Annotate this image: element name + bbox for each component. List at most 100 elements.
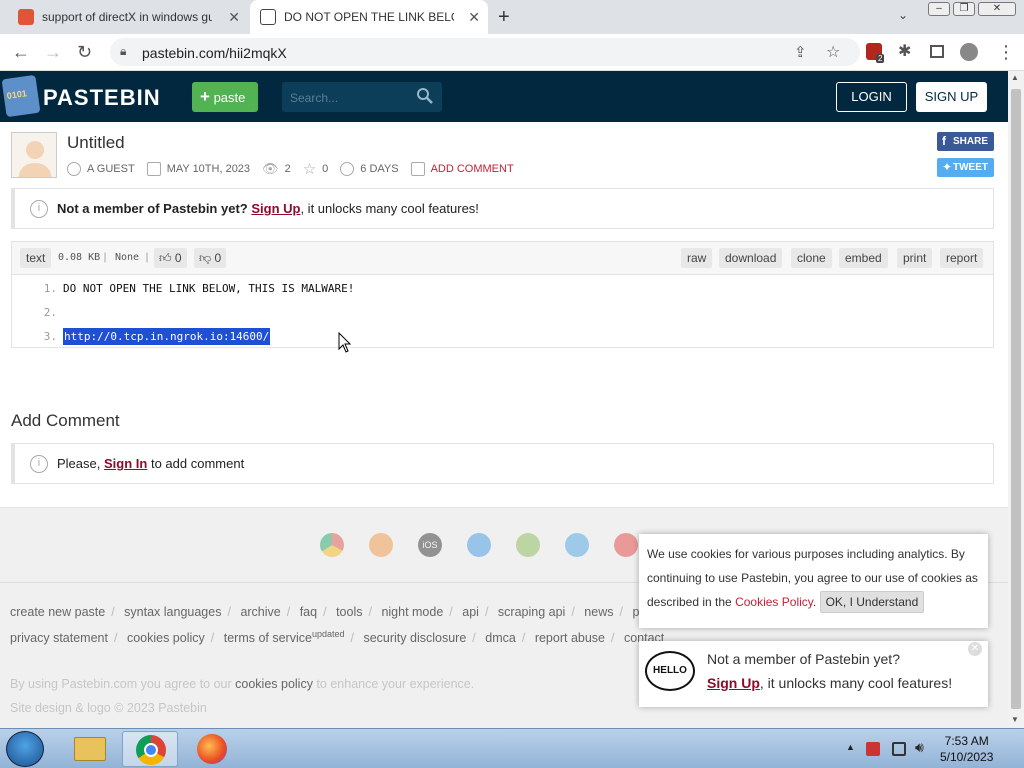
footer-link[interactable]: security disclosure [363,631,466,645]
windows-app-icon[interactable] [467,533,491,557]
syntax-chip[interactable]: text [20,248,52,268]
chrome-taskbar-button[interactable] [122,731,178,767]
footer-link[interactable]: dmca [485,631,516,645]
start-button[interactable] [6,731,44,767]
firefox-extension-icon[interactable] [369,533,393,557]
maximize-button[interactable]: ❐ [953,2,975,16]
macos-app-icon[interactable] [565,533,589,557]
paste-title: Untitled [67,133,125,152]
bookmark-star-icon[interactable]: ☆ [826,42,840,62]
footer-link[interactable]: cookies policy [127,631,205,645]
signin-notice: i Please, Sign In to add comment [11,443,994,484]
opera-extension-icon[interactable] [614,533,638,557]
pastebin-logo-icon[interactable]: 0101 [1,74,41,118]
footer-links-row1: create new paste / syntax languages / arch… [10,605,651,619]
footer-link[interactable]: night mode [381,605,443,619]
clone-button[interactable]: clone [791,248,832,268]
pastebin-header: 0101 PASTEBIN + paste Search... LOGIN SI… [0,71,1008,122]
footer-link[interactable]: scraping api [498,605,565,619]
clock-date: 5/10/2023 [940,750,994,764]
footer-link[interactable]: terms of service [224,631,312,645]
login-button[interactable]: LOGIN [836,82,907,112]
footer-link[interactable]: syntax languages [124,605,221,619]
footer-link[interactable]: tools [336,605,362,619]
like-button[interactable]: 👍︎ 0 [154,248,187,268]
paste-date: MAY 10TH, 2023 [166,163,251,175]
footer-link[interactable]: report abuse [535,631,605,645]
page-scrollbar[interactable]: ▲ ▼ [1008,71,1024,728]
back-icon[interactable]: ← [12,42,30,62]
close-window-button[interactable]: ✕ [978,2,1016,16]
tray-expand-icon[interactable]: ▲ [846,742,855,752]
firefox-taskbar-button[interactable] [184,731,240,767]
footer-link[interactable]: create new paste [10,605,105,619]
search-input[interactable]: Search... [282,82,442,112]
download-button[interactable]: download [719,248,783,268]
embed-button[interactable]: embed [839,248,888,268]
footer-link[interactable]: news [584,605,613,619]
android-app-icon[interactable] [516,533,540,557]
tab-directx[interactable]: support of directX in windows gu ✕ [8,0,248,34]
forward-icon[interactable]: → [44,42,62,62]
puzzle-extensions-icon[interactable]: ✱ [898,42,911,62]
close-popup-icon[interactable]: ✕ [968,642,982,656]
scroll-up-icon[interactable]: ▲ [1011,73,1019,82]
chrome-extension-icon[interactable] [320,533,344,557]
search-icon[interactable] [416,87,434,105]
side-panel-icon[interactable] [930,45,944,58]
minimize-button[interactable]: – [928,2,950,16]
raw-button[interactable]: raw [681,248,713,268]
code-line: 3. http://0.tcp.in.ngrok.io:14600/ [12,325,993,349]
menu-dots-icon[interactable]: ⋮ [997,42,1015,62]
scroll-down-icon[interactable]: ▼ [1011,715,1019,724]
thumbs-down-icon: 👎︎ [199,251,212,265]
author-name[interactable]: A GUEST [87,163,135,175]
footer-link[interactable]: privacy statement [10,631,108,645]
pastebin-logo-text[interactable]: PASTEBIN [43,85,161,111]
volume-icon[interactable]: 🔊︎ [915,739,924,756]
dislike-button[interactable]: 👎︎ 0 [194,248,227,268]
system-clock[interactable]: 7:53 AM 5/10/2023 [940,733,993,765]
selected-url-text[interactable]: http://0.tcp.in.ngrok.io:14600/ [63,328,271,345]
platform-icons: iOS [320,533,663,557]
cookies-policy-link[interactable]: Cookies Policy [735,595,813,609]
footer-cookies-link[interactable]: cookies policy [235,677,313,691]
member-popup-rest: , it unlocks many cool features! [759,675,953,691]
report-button[interactable]: report [940,248,984,268]
cookie-ok-button[interactable]: OK, I Understand [819,591,925,613]
new-paste-button[interactable]: + paste [192,82,258,112]
signin-link[interactable]: Sign In [104,456,147,471]
signup-button[interactable]: SIGN UP [916,82,987,112]
notice-signup-link[interactable]: Sign Up [251,201,300,216]
tab-search-chevron-icon[interactable]: ⌄ [898,8,908,22]
tab-pastebin[interactable]: DO NOT OPEN THE LINK BELOW, T ✕ [250,0,488,34]
ios-app-icon[interactable]: iOS [418,533,442,557]
user-icon [67,162,81,176]
print-button[interactable]: print [897,248,933,268]
footer-link[interactable]: faq [300,605,317,619]
footer-link[interactable]: archive [240,605,280,619]
line-content[interactable]: http://0.tcp.in.ngrok.io:14600/ [63,328,271,345]
agree-pre: By using Pastebin.com you agree to our [10,677,232,691]
share-page-icon[interactable]: ⇪ [794,43,807,61]
tab-title: support of directX in windows gu [42,10,212,24]
scrollbar-thumb[interactable] [1011,89,1021,709]
dislikes-count: 0 [214,251,222,265]
explorer-taskbar-button[interactable] [62,731,118,767]
star-icon[interactable]: ☆ [303,160,316,178]
address-bar[interactable]: 🔒︎ pastebin.com/hii2mqkX ⇪ ☆ [110,38,860,66]
stars-meta: ☆ 0 [303,160,329,178]
tweet-button[interactable]: ✦ TWEET [937,158,994,177]
new-tab-button[interactable]: + [498,6,510,29]
close-tab-icon[interactable]: ✕ [468,9,480,26]
footer-link[interactable]: api [462,605,479,619]
close-tab-icon[interactable]: ✕ [228,9,240,26]
profile-avatar-icon[interactable] [960,43,978,61]
network-icon[interactable] [892,742,906,756]
reload-icon[interactable]: ↻ [77,42,92,62]
member-signup-link[interactable]: Sign Up [707,675,760,691]
add-comment-link[interactable]: ADD COMMENT [431,163,514,175]
signup-notice: i Not a member of Pastebin yet? Sign Up,… [11,188,994,229]
share-facebook-button[interactable]: f SHARE [937,132,994,151]
action-center-icon[interactable] [866,742,880,756]
